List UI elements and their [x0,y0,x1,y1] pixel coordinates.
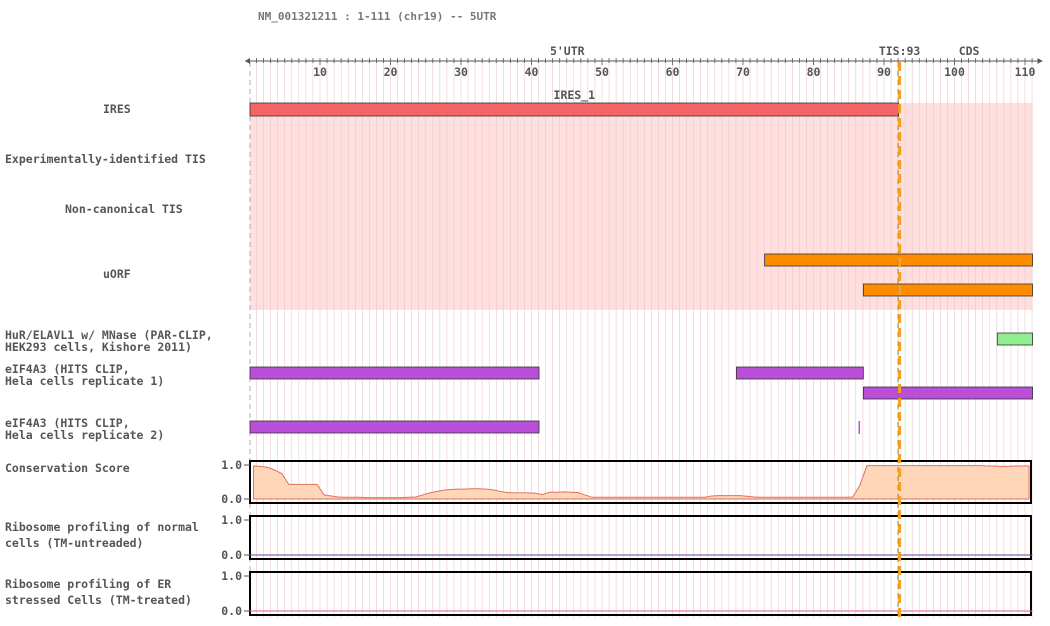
genome-browser: NM_001321211 : 1-111 (chr19) -- 5UTR IRE… [0,0,1050,626]
conservation-ymin-label: 0.0 [221,492,242,506]
axis-tick-label: 60 [666,65,680,79]
eif4a3-rep1-bar [736,366,864,380]
axis-tick-label: 100 [944,65,965,79]
axis-tick-label: 30 [454,65,468,79]
axis-tick-label: 80 [807,65,821,79]
eif4a3-rep2-track [249,420,861,434]
hur-track [996,332,1033,346]
eif4a3-rep1-bar [249,366,540,380]
axis-tick-label: 90 [877,65,891,79]
ribo-treated-plot: 1.0 0.0 [221,569,1033,618]
utr-region-label: 5'UTR [550,44,585,58]
axis-arrow-right [1037,58,1043,64]
hur-bar [996,332,1033,346]
eif4a3-rep1-bar [862,386,1033,400]
cds-label: CDS [959,44,980,58]
axis-arrow-left [245,58,250,64]
conservation-plot: 1.0 0.0 [221,458,1032,506]
axis-tick-label: 10 [313,65,327,79]
axis-tick-label: 110 [1015,65,1036,79]
track-canvas: 5'UTR TIS:93 CDS 10 20 30 40 50 60 70 80 90 100 11… [221,44,1043,618]
axis-tick-label: 20 [384,65,398,79]
ribo-untreated-frame [249,515,1032,560]
ires-shaded-region [250,103,1033,310]
eif4a3-rep2-bar [249,420,540,434]
tis-label: TIS:93 [879,44,921,58]
eif4a3-rep1-track [249,366,1033,400]
position-axis: 10 20 30 40 50 60 70 80 90 100 110 [245,58,1043,79]
ribo-untreated-plot: 1.0 0.0 [221,513,1033,562]
axis-tick-label: 70 [736,65,750,79]
ires-name-label: IRES_1 [554,88,596,103]
axis-tick-label: 50 [595,65,609,79]
ires-bar [249,102,899,117]
ribo-treated-ymin-label: 0.0 [221,604,242,618]
ribo-treated-frame [249,571,1032,616]
conservation-ymax-label: 1.0 [221,458,242,472]
ribo-untreated-ymin-label: 0.0 [221,548,242,562]
ribo-treated-ymax-label: 1.0 [221,569,242,583]
axis-tick-label: 40 [525,65,539,79]
ribo-untreated-ymax-label: 1.0 [221,513,242,527]
ires-track: IRES_1 [249,88,899,117]
conservation-area [253,465,1030,500]
uorf-bar [862,283,1033,297]
